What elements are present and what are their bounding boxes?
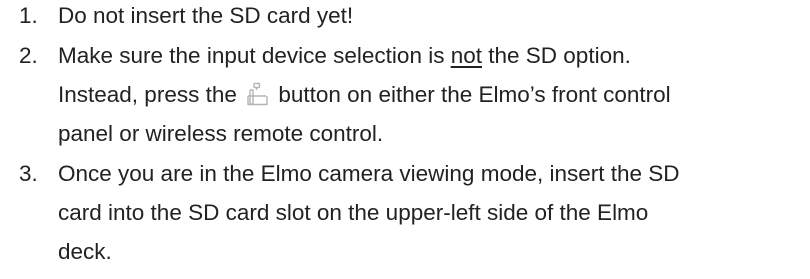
instruction-list: 1. Do not insert the SD card yet! 2. Mak…	[0, 0, 810, 279]
step-text: the SD option.	[482, 43, 631, 68]
step-text: deck.	[58, 239, 112, 264]
step-number: 1.	[19, 3, 38, 28]
step-text: panel or wireless remote control.	[58, 121, 384, 146]
step-text: Make sure the input device selection is	[58, 43, 451, 68]
step-text: card into the SD card slot on the upper-…	[58, 200, 649, 225]
step-text: Do not insert the SD card yet!	[58, 3, 354, 28]
document-camera-icon	[245, 82, 269, 106]
step-text-line-2: Instead, press the button on either the …	[58, 82, 671, 108]
emphasis-not: not	[450, 43, 482, 68]
step-text: button on either the Elmo’s front contro…	[272, 82, 671, 107]
step-text: Once you are in the Elmo camera viewing …	[58, 161, 680, 186]
step-text-line-1: Make sure the input device selection is …	[58, 43, 631, 69]
step-number: 2.	[19, 43, 38, 68]
step-number: 3.	[19, 161, 38, 186]
step-text: Instead, press the	[58, 82, 244, 107]
